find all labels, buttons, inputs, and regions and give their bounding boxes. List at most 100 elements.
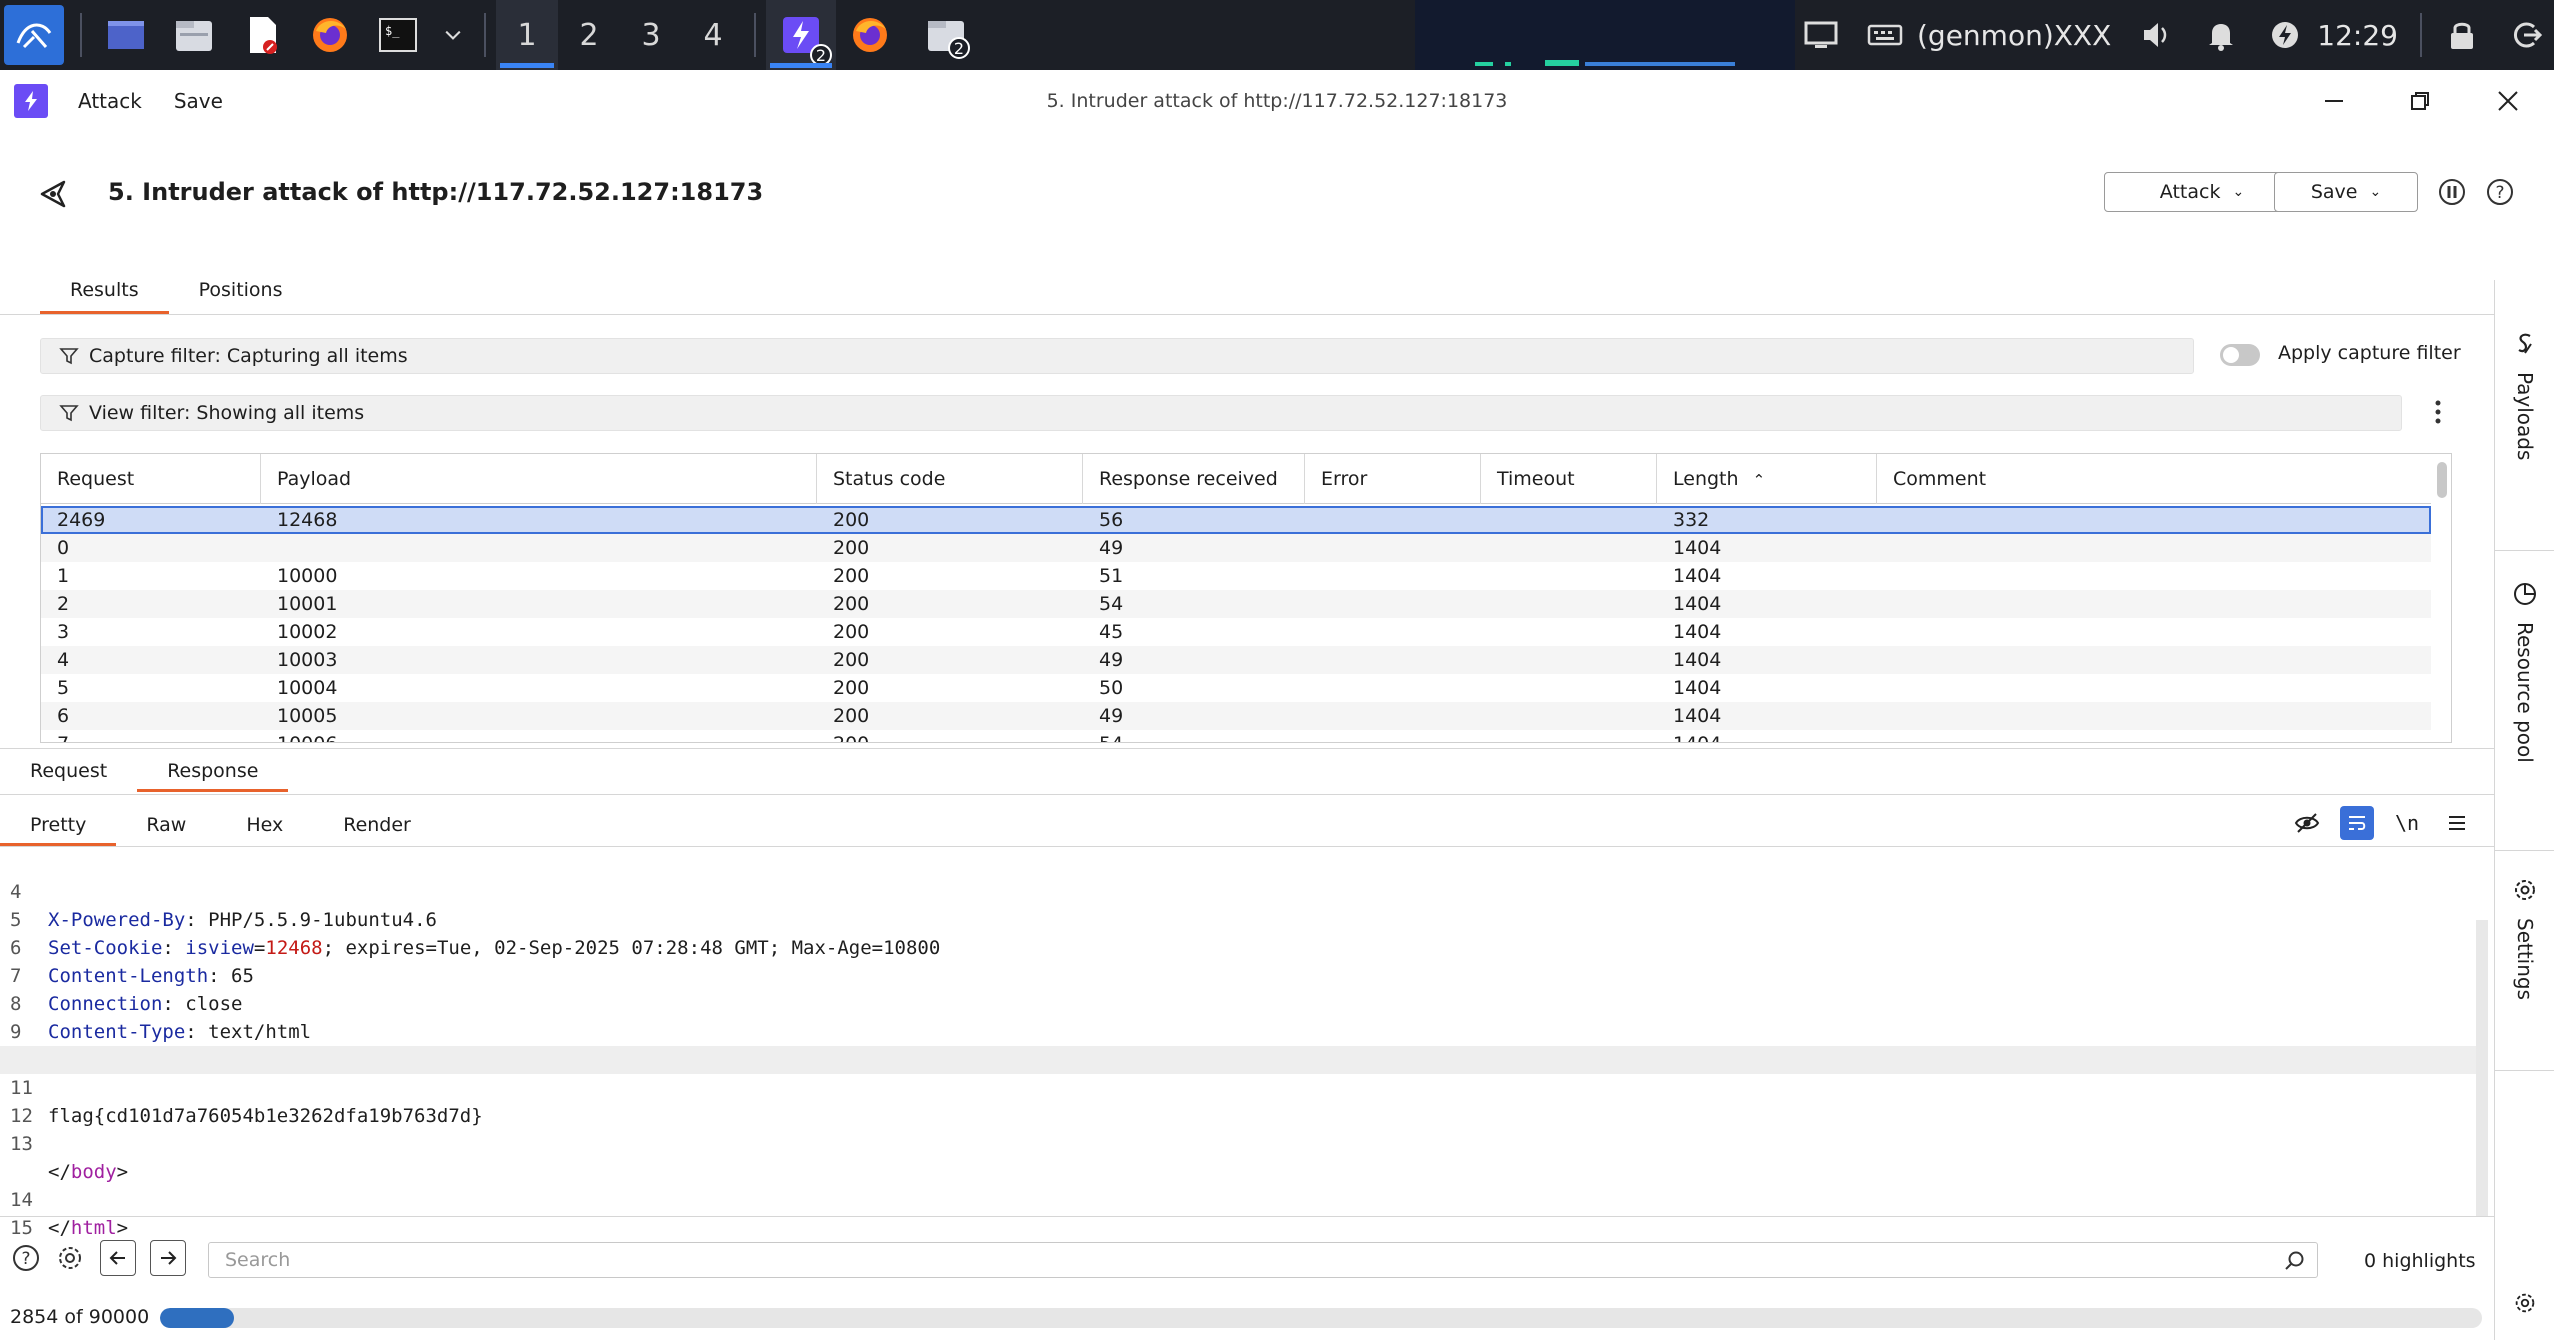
col-length[interactable]: Length ⌃ <box>1657 454 1877 504</box>
workspace-1[interactable]: 1 <box>496 0 558 70</box>
cell-comment <box>1877 674 1893 702</box>
kali-menu-icon[interactable] <box>4 5 64 65</box>
window-title: 5. Intruder attack of http://117.72.52.1… <box>1046 90 1508 112</box>
search-input[interactable]: Search <box>208 1242 2318 1278</box>
code-line: 4 X-Powered-By: PHP/5.5.9-1ubuntu4.6 <box>10 881 437 931</box>
col-timeout[interactable]: Timeout <box>1481 454 1657 504</box>
tab-pretty[interactable]: Pretty <box>0 806 117 846</box>
sidebar-settings-bottom[interactable] <box>2495 1290 2554 1316</box>
col-status-code[interactable]: Status code <box>817 454 1083 504</box>
help-icon[interactable]: ? <box>8 1240 44 1276</box>
help-icon[interactable]: ? <box>2484 176 2516 208</box>
settings-gear-icon[interactable] <box>52 1240 88 1276</box>
tab-render[interactable]: Render <box>313 806 441 846</box>
table-row[interactable]: 2469 12468 200 56 332 <box>41 506 2431 534</box>
more-options-icon[interactable] <box>2428 396 2448 428</box>
burp-taskbar-icon[interactable]: 2 <box>766 0 836 70</box>
tab-response[interactable]: Response <box>137 752 289 792</box>
terminal-icon[interactable]: $_ <box>370 7 426 63</box>
sidebar-item-settings[interactable]: Settings <box>2495 876 2554 1000</box>
tab-positions[interactable]: Positions <box>169 272 313 316</box>
col-response-received[interactable]: Response received <box>1083 454 1305 504</box>
table-row[interactable]: 5 10004 200 50 1404 <box>41 674 2431 702</box>
workspace-2[interactable]: 2 <box>558 0 620 70</box>
table-row[interactable]: 1 10000 200 51 1404 <box>41 562 2431 590</box>
col-request[interactable]: Request <box>41 454 261 504</box>
tab-request[interactable]: Request <box>0 752 137 792</box>
attack-tabs: Results Positions <box>40 272 313 316</box>
filter-icon <box>59 348 79 365</box>
table-row[interactable]: 3 10002 200 45 1404 <box>41 618 2431 646</box>
file-manager-icon[interactable] <box>166 7 222 63</box>
cell-status-code: 200 <box>833 593 870 615</box>
workspace-4[interactable]: 4 <box>682 0 744 70</box>
pause-icon[interactable] <box>2436 176 2468 208</box>
cell-error <box>1305 646 1321 674</box>
attack-dropdown-button[interactable]: Attack ⌄ <box>2104 172 2300 212</box>
table-row[interactable]: 2 10001 200 54 1404 <box>41 590 2431 618</box>
word-wrap-icon[interactable] <box>2340 806 2374 840</box>
cell-length: 1404 <box>1657 730 1721 742</box>
payloads-icon <box>2518 333 2532 354</box>
code-line: 13 </body> <box>10 1133 129 1183</box>
cell-payload: 10005 <box>277 705 338 727</box>
firefox-window-icon[interactable] <box>842 7 898 63</box>
tab-raw[interactable]: Raw <box>116 806 216 846</box>
table-scrollbar[interactable] <box>2437 462 2447 498</box>
response-editor[interactable]: 4 X-Powered-By: PHP/5.5.9-1ubuntu4.6 5 S… <box>0 850 2476 1239</box>
cell-error <box>1305 618 1321 646</box>
workspace-3[interactable]: 3 <box>620 0 682 70</box>
tab-results[interactable]: Results <box>40 272 169 316</box>
minimize-button[interactable] <box>2304 70 2364 132</box>
next-match-button[interactable] <box>150 1240 186 1276</box>
show-desktop-icon[interactable] <box>98 7 154 63</box>
col-comment[interactable]: Comment <box>1877 454 2431 504</box>
hide-non-printable-icon[interactable] <box>2290 806 2324 840</box>
sidebar-item-payloads[interactable]: Payloads <box>2495 330 2554 460</box>
restore-button[interactable] <box>2390 70 2450 132</box>
sidebar-item-resource-pool[interactable]: Resource pool <box>2495 580 2554 763</box>
clock[interactable]: 12:29 <box>2317 19 2398 52</box>
menu-attack[interactable]: Attack <box>78 89 142 113</box>
logout-icon[interactable] <box>2508 17 2544 53</box>
apply-capture-filter-toggle[interactable] <box>2220 344 2260 366</box>
files-window-icon[interactable]: 2 <box>918 7 974 63</box>
volume-icon[interactable] <box>2139 17 2175 53</box>
save-dropdown-button[interactable]: Save ⌄ <box>2274 172 2418 212</box>
search-bar: ? Search 0 highlights <box>0 1222 2494 1302</box>
menu-save[interactable]: Save <box>174 89 223 113</box>
search-icon[interactable] <box>2283 1249 2307 1273</box>
notification-bell-icon[interactable] <box>2203 17 2239 53</box>
editor-scrollbar[interactable] <box>2476 920 2488 1216</box>
chevron-down-icon[interactable] <box>438 7 468 63</box>
tab-hex[interactable]: Hex <box>216 806 313 846</box>
divider <box>0 748 2494 749</box>
close-button[interactable] <box>2478 70 2538 132</box>
progress-track <box>160 1308 2482 1328</box>
table-row[interactable]: 6 10005 200 49 1404 <box>41 702 2431 730</box>
cell-length: 1404 <box>1673 649 1722 671</box>
text-editor-icon[interactable] <box>234 7 290 63</box>
cell-length: 1404 <box>1673 565 1722 587</box>
menu-icon[interactable] <box>2440 806 2474 840</box>
cell-response-received: 49 <box>1099 705 1124 727</box>
display-icon[interactable] <box>1803 17 1839 53</box>
svg-text:?: ? <box>21 1249 30 1269</box>
cell-error <box>1305 590 1321 618</box>
col-payload[interactable]: Payload <box>261 454 817 504</box>
table-row[interactable]: 4 10003 200 49 1404 <box>41 646 2431 674</box>
intruder-target-icon <box>40 180 66 208</box>
previous-match-button[interactable] <box>100 1240 136 1276</box>
keyboard-icon[interactable] <box>1867 17 1903 53</box>
col-error[interactable]: Error <box>1305 454 1481 504</box>
table-row[interactable]: 7 10006 200 54 1404 <box>41 730 2431 742</box>
power-manager-icon[interactable] <box>2267 17 2303 53</box>
newline-icon[interactable]: \n <box>2390 806 2424 840</box>
view-filter-bar[interactable]: View filter: Showing all items <box>40 395 2402 431</box>
lock-icon[interactable] <box>2444 17 2480 53</box>
firefox-icon[interactable] <box>302 7 358 63</box>
table-row[interactable]: 0 200 49 1404 <box>41 534 2431 562</box>
genmon-text: (genmon)XXX <box>1917 18 2112 52</box>
capture-filter-bar[interactable]: Capture filter: Capturing all items <box>40 338 2194 374</box>
cell-response-received: 45 <box>1099 621 1124 643</box>
